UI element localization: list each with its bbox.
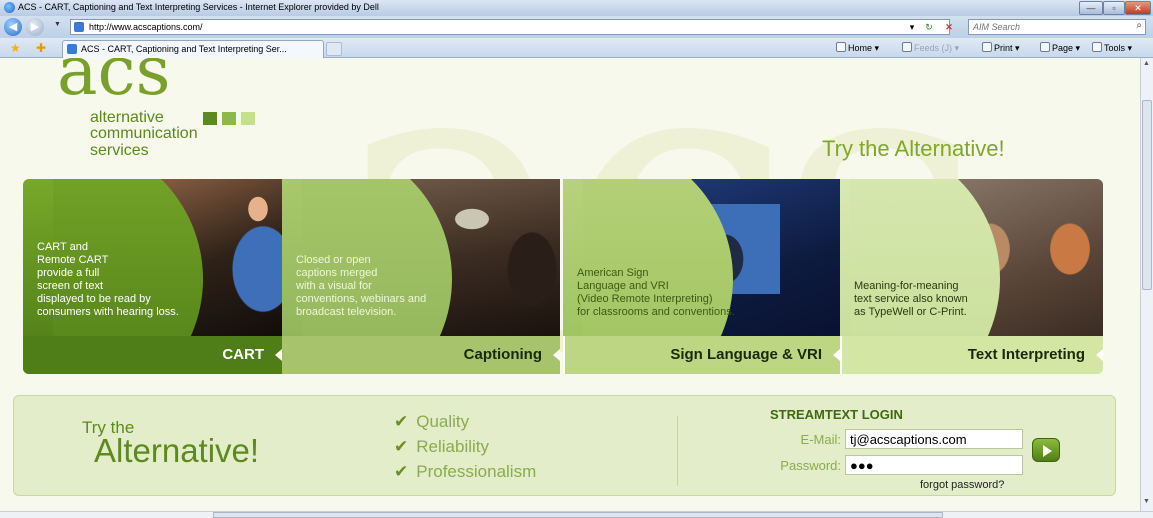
divider xyxy=(677,416,678,486)
forward-button[interactable]: ▶ xyxy=(26,18,44,36)
site-favicon xyxy=(74,22,84,32)
checkmark-icon: ✔ xyxy=(394,437,409,456)
feeds-icon xyxy=(902,42,912,52)
promo-login-box: Try the Alternative! ✔ Quality ✔ Reliabili… xyxy=(13,395,1116,496)
text-interpreting-label: Text Interpreting xyxy=(967,346,1085,363)
arrow-notch-icon xyxy=(1096,349,1103,361)
logo-square-dark xyxy=(203,112,217,125)
service-panel-text-interpreting[interactable]: Meaning-for-meaning text service also kn… xyxy=(840,179,1103,374)
scroll-up-icon[interactable]: ▲ xyxy=(1143,60,1150,67)
play-arrow-icon xyxy=(1043,445,1052,457)
vertical-scroll-thumb[interactable] xyxy=(1142,100,1152,290)
minimize-button[interactable]: — xyxy=(1079,1,1103,15)
tab-toolbar: ★ ✚ ACS - CART, Captioning and Text Inte… xyxy=(0,38,1153,58)
add-favorites-icon[interactable]: ✚ xyxy=(36,41,46,55)
window-title-bar: ACS - CART, Captioning and Text Interpre… xyxy=(0,0,1153,16)
logo-square-light xyxy=(241,112,255,125)
captioning-link[interactable]: Captioning xyxy=(282,336,560,374)
service-panel-cart[interactable]: CART and Remote CART provide a full scre… xyxy=(23,179,282,374)
checkmark-icon: ✔ xyxy=(394,412,409,431)
gear-icon xyxy=(1092,42,1102,52)
logo-word-alternative: alternative xyxy=(90,109,164,126)
ie-icon xyxy=(4,2,15,13)
acs-logo[interactable]: acs xyxy=(57,58,171,106)
home-button[interactable]: Home ▾ xyxy=(836,42,879,54)
page-viewport: acs acs alternative communication servic… xyxy=(0,58,1140,511)
page-menu-button[interactable]: Page ▾ xyxy=(1040,42,1080,54)
printer-icon xyxy=(982,42,992,52)
logo-word-services: services xyxy=(90,142,149,159)
text-interpreting-description: Meaning-for-meaning text service also kn… xyxy=(854,280,968,318)
sign-language-label: Sign Language & VRI xyxy=(670,346,822,363)
refresh-icon[interactable]: ↻ xyxy=(922,20,936,34)
password-label: Password: xyxy=(780,458,841,473)
close-button[interactable]: ✕ xyxy=(1125,1,1151,15)
tab-label: ACS - CART, Captioning and Text Interpre… xyxy=(81,44,287,54)
cart-label: CART xyxy=(222,346,264,363)
service-panel-captioning[interactable]: Closed or open captions merged with a vi… xyxy=(282,179,560,374)
login-go-button[interactable] xyxy=(1032,438,1060,462)
service-panel-sign-language[interactable]: American Sign Language and VRI (Video Re… xyxy=(563,179,840,374)
logo-word-communication: communication xyxy=(90,125,198,142)
home-icon xyxy=(836,42,846,52)
sign-language-link[interactable]: Sign Language & VRI xyxy=(563,336,840,374)
check-reliability: ✔ Reliability xyxy=(394,437,489,456)
scroll-down-icon[interactable]: ▼ xyxy=(1143,498,1150,505)
browser-tab[interactable]: ACS - CART, Captioning and Text Interpre… xyxy=(62,40,324,58)
captioning-description: Closed or open captions merged with a vi… xyxy=(296,254,427,318)
text-interpreting-link[interactable]: Text Interpreting xyxy=(840,336,1103,374)
maximize-button[interactable]: ▫ xyxy=(1103,1,1125,15)
sign-language-description: American Sign Language and VRI (Video Re… xyxy=(577,267,735,318)
tools-menu-button[interactable]: Tools ▾ xyxy=(1092,42,1132,54)
login-title: STREAMTEXT LOGIN xyxy=(770,407,903,422)
cart-link[interactable]: CART xyxy=(23,336,282,374)
address-dropdown-icon[interactable]: ▾ xyxy=(905,20,919,34)
horizontal-scroll-thumb[interactable] xyxy=(213,512,943,518)
arrow-notch-icon xyxy=(553,349,560,361)
window-title: ACS - CART, Captioning and Text Interpre… xyxy=(18,2,379,12)
cart-description: CART and Remote CART provide a full scre… xyxy=(37,241,179,318)
check-quality: ✔ Quality xyxy=(394,412,470,431)
checkmark-icon: ✔ xyxy=(394,462,409,481)
email-field[interactable] xyxy=(845,429,1023,449)
search-box[interactable]: ⌕ xyxy=(968,19,1146,35)
forgot-password-link[interactable]: forgot password? xyxy=(920,479,1004,491)
check-professionalism: ✔ Professionalism xyxy=(394,462,537,481)
captioning-label: Captioning xyxy=(463,346,542,363)
horizontal-scrollbar[interactable] xyxy=(0,511,1153,518)
arrow-notch-icon xyxy=(833,349,840,361)
address-bar[interactable]: http://www.acscaptions.com/ xyxy=(70,19,950,35)
email-label: E-Mail: xyxy=(800,432,841,447)
search-icon[interactable]: ⌕ xyxy=(1136,20,1142,31)
logo-square-mid xyxy=(222,112,236,125)
feeds-button[interactable]: Feeds (J) ▾ xyxy=(902,42,959,54)
back-button[interactable]: ◀ xyxy=(4,18,22,36)
tagline: Try the Alternative! xyxy=(822,136,1005,161)
arrow-notch-icon xyxy=(275,349,282,361)
address-url: http://www.acscaptions.com/ xyxy=(89,22,203,32)
stop-icon[interactable]: ✕ xyxy=(942,20,956,34)
page-icon xyxy=(1040,42,1050,52)
print-button[interactable]: Print ▾ xyxy=(982,42,1020,54)
address-toolbar: ◀ ▶ ▼ http://www.acscaptions.com/ ▾ ↻ ✕ … xyxy=(0,16,1153,38)
tab-favicon xyxy=(67,44,77,54)
search-input[interactable] xyxy=(969,20,1119,34)
vertical-scrollbar[interactable]: ▲ ▼ xyxy=(1140,58,1153,511)
favorites-star-icon[interactable]: ★ xyxy=(10,41,21,55)
recent-pages-dropdown[interactable]: ▼ xyxy=(54,21,61,28)
promo-alternative: Alternative! xyxy=(94,432,260,469)
new-tab-button[interactable] xyxy=(326,42,342,56)
password-field[interactable] xyxy=(845,455,1023,475)
